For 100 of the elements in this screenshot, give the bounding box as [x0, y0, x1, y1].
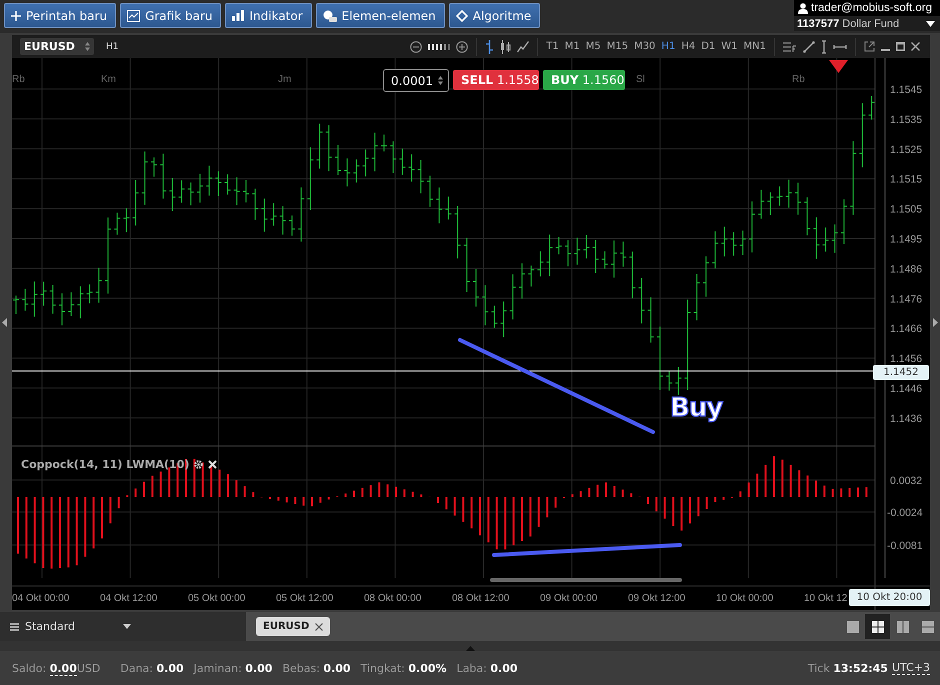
indicator-axis-label: 0.0032: [890, 475, 922, 487]
account-email: trader@mobius-soft.org: [811, 2, 932, 14]
diamond-icon: [456, 10, 468, 22]
timezone-select[interactable]: UTC+3: [892, 661, 930, 675]
toolbar-button[interactable]: Grafik baru: [120, 3, 222, 28]
chart-tab[interactable]: EURUSD: [256, 617, 330, 636]
symbol-select[interactable]: EURUSD: [20, 38, 94, 55]
current-price-label: 1.1452: [873, 365, 929, 380]
session-label: Rb: [792, 74, 805, 85]
account-metric: Dana: 0.00: [120, 662, 184, 674]
price-axis-label: 1.1486: [890, 263, 922, 276]
price-axis-label: 1.1535: [890, 114, 922, 126]
time-axis-label: 08 Okt 12:00: [452, 593, 510, 604]
user-icon: [798, 2, 808, 14]
time-axis-label: 09 Okt 12:00: [628, 593, 686, 604]
time-axis-label: 05 Okt 12:00: [276, 593, 334, 604]
timeframe-button[interactable]: H1: [661, 41, 676, 52]
price-axis-label: 1.1495: [890, 234, 922, 246]
menu-icon: [10, 622, 19, 630]
zoom-slider-icon[interactable]: [428, 44, 450, 50]
time-axis-label: 09 Okt 00:00: [540, 593, 598, 604]
timeframe-button[interactable]: M1: [564, 41, 580, 52]
session-label: Sl: [636, 74, 645, 85]
layout-select[interactable]: Standard: [0, 612, 246, 641]
account-metric: Tingkat: 0.00%: [360, 662, 447, 674]
price-axis-label: 1.1466: [890, 323, 922, 336]
timeframe-button[interactable]: H4: [681, 41, 696, 52]
session-label: Rb: [12, 74, 25, 85]
price-axis-label: 1.1476: [890, 293, 922, 306]
annotation-text: Buy: [670, 393, 722, 423]
timeframe-button[interactable]: MN1: [744, 41, 766, 52]
tick-time: Tick 13:52:45: [808, 662, 888, 674]
fibonacci-lines-icon[interactable]: [783, 40, 797, 52]
time-axis-label: 04 Okt 00:00: [12, 593, 70, 604]
price-axis-label: 1.1436: [890, 412, 922, 425]
columns-icon: [896, 620, 908, 632]
timeframe-button[interactable]: T1: [546, 41, 559, 52]
timeframe-button[interactable]: D1: [701, 41, 716, 52]
price-axis-label: 1.1515: [890, 174, 922, 186]
scrollbar-thumb[interactable]: [490, 578, 682, 582]
spinner-icon: [85, 42, 90, 51]
account-selector[interactable]: 1137577 Dollar Fund: [794, 16, 940, 31]
rows-icon: [922, 620, 934, 632]
vertical-line-icon[interactable]: [821, 40, 827, 54]
timeframe-button[interactable]: W1: [721, 41, 738, 52]
timeframe-button[interactable]: M5: [586, 41, 601, 52]
crosshair-time-label: 10 Okt 20:00: [849, 589, 930, 606]
collapse-right-icon[interactable]: [933, 318, 938, 327]
period-label: H1: [106, 42, 118, 52]
line-chart-icon[interactable]: [517, 40, 530, 52]
price-step-field[interactable]: 0.0001: [383, 69, 449, 92]
chart-icon: [127, 10, 140, 22]
session-label: Jm: [278, 74, 292, 85]
collapse-left-icon[interactable]: [2, 318, 7, 327]
popout-icon[interactable]: [864, 41, 875, 52]
plus-icon: [11, 10, 21, 20]
account-metric: Jaminan: 0.00: [194, 662, 272, 674]
bar-chart-icon: [232, 10, 244, 21]
indicator-axis-label: -0.0081: [887, 540, 923, 552]
shapes-icon: [322, 10, 337, 22]
close-icon: [315, 622, 324, 630]
close-icon[interactable]: [911, 42, 920, 51]
account-metric: Saldo: 0.00USD: [12, 662, 100, 674]
time-axis-label: 10 Okt 12: [804, 593, 848, 604]
maximize-icon[interactable]: [896, 42, 905, 51]
toolbar-button[interactable]: Algoritme: [448, 3, 540, 28]
sell-button[interactable]: SELL 1.1558: [453, 70, 539, 90]
time-axis-label: 08 Okt 00:00: [364, 593, 422, 604]
grid-icon: [872, 620, 884, 632]
indicator-axis-label: -0.0024: [887, 507, 923, 519]
trend-line-icon[interactable]: [803, 40, 815, 52]
zoom-in-icon[interactable]: [456, 40, 468, 52]
toolbar-button[interactable]: Perintah baru: [4, 3, 116, 28]
trend-line[interactable]: [458, 338, 655, 434]
grid-layout-button[interactable]: [865, 614, 890, 639]
marker-triangle-icon: [829, 60, 848, 73]
square-icon: [846, 620, 858, 632]
toolbar-button[interactable]: Indikator: [225, 3, 312, 28]
caret-icon: [926, 20, 935, 26]
toolbar-button[interactable]: Elemen-elemen: [316, 3, 445, 28]
session-label: Km: [101, 74, 116, 85]
price-axis-label: 1.1446: [890, 383, 922, 395]
settings-icon[interactable]: [193, 459, 204, 470]
time-axis-label: 05 Okt 00:00: [188, 593, 246, 604]
horizontal-line-icon[interactable]: [833, 44, 847, 50]
time-axis-label: 10 Okt 00:00: [716, 593, 774, 604]
account-metric: Bebas: 0.00: [282, 662, 351, 674]
spinner-icon: [438, 76, 443, 85]
candlestick-icon[interactable]: [500, 40, 512, 54]
caret-icon: [123, 624, 131, 629]
timeframe-button[interactable]: M15: [606, 41, 628, 52]
price-axis-label: 1.1505: [890, 204, 922, 216]
price-axis-label: 1.1545: [890, 84, 922, 96]
price-axis-label: 1.1525: [890, 144, 922, 156]
zoom-out-icon[interactable]: [410, 40, 422, 52]
trend-line[interactable]: [492, 543, 682, 557]
price-axis-label: 1.1456: [890, 353, 922, 366]
timeframe-button[interactable]: M30: [634, 41, 656, 52]
account-metric: Laba: 0.00: [456, 662, 518, 674]
bar-chart-type-icon[interactable]: [485, 40, 494, 54]
